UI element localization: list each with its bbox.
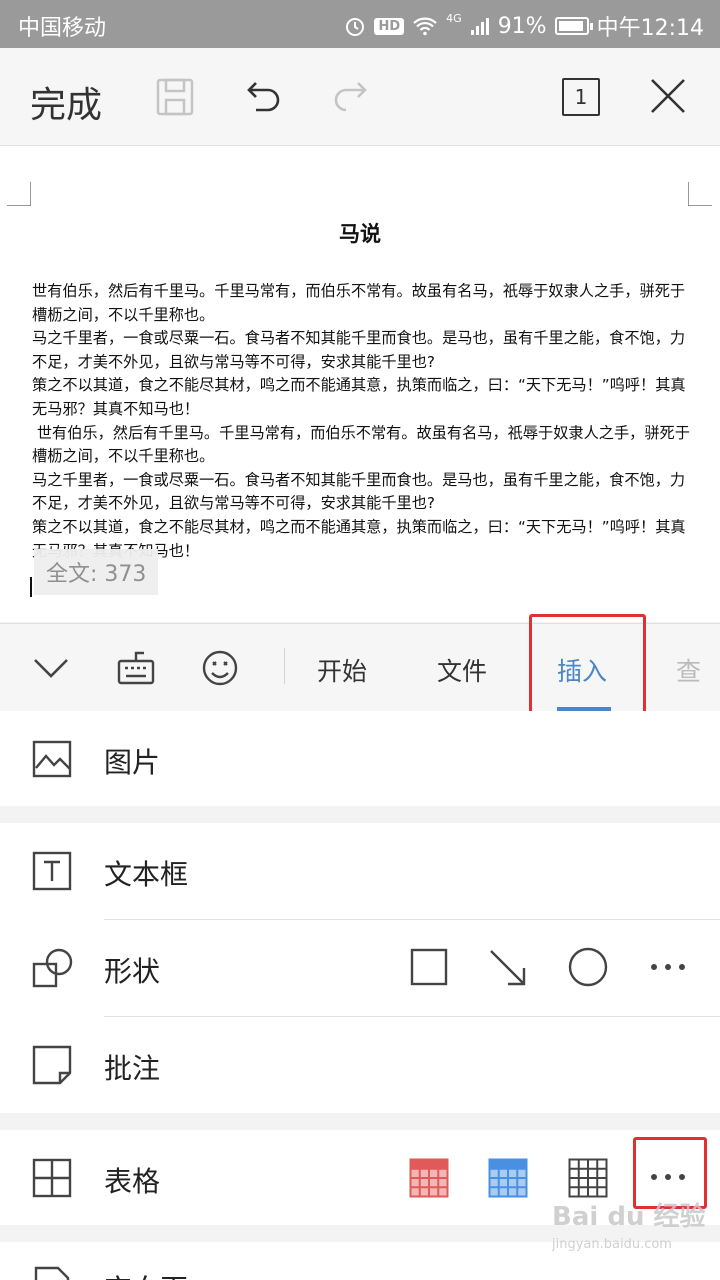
document-title: 马说 — [339, 222, 381, 246]
status-bar: 中国移动 HD 4G 91% 中午12:14 — [0, 0, 720, 48]
alarm-icon — [346, 18, 365, 36]
textbox-icon — [32, 851, 72, 891]
blank-page-label: 空白页 — [104, 1268, 188, 1280]
circle-shape-icon[interactable] — [568, 947, 608, 987]
insert-picture-row[interactable]: 图片 — [0, 711, 720, 806]
wifi-icon — [413, 17, 437, 36]
paragraph: 世有伯乐，然后有千里马。千里马常有，而伯乐不常有。故虽有名马，祇辱于奴隶人之手，… — [32, 282, 686, 324]
redo-icon[interactable] — [332, 78, 370, 116]
page-count: 1 — [574, 85, 588, 109]
hd-badge: HD — [374, 17, 405, 35]
document-body: 世有伯乐，然后有千里马。千里马常有，而伯乐不常有。故虽有名马，祇辱于奴隶人之手，… — [32, 280, 692, 563]
textbox-label: 文本框 — [104, 858, 189, 891]
insert-shape-row[interactable]: 形状 — [0, 920, 720, 1016]
more-shapes-icon[interactable] — [648, 960, 688, 974]
insert-textbox-row[interactable]: 文本框 — [0, 823, 720, 919]
close-icon[interactable] — [648, 76, 688, 116]
table-style-red-icon[interactable] — [409, 1158, 449, 1198]
tab-file[interactable]: 文件 — [437, 652, 487, 688]
text-cursor — [30, 577, 32, 597]
clock: 中午12:14 — [596, 16, 704, 41]
done-button[interactable]: 完成 — [30, 76, 102, 128]
arrow-shape-icon[interactable] — [488, 948, 528, 988]
watermark-brand: Bai du 经验 — [552, 1202, 706, 1232]
signal-icon — [470, 18, 489, 35]
page-count-button[interactable]: 1 — [562, 78, 600, 116]
table-style-blue-icon[interactable] — [488, 1158, 528, 1198]
document-page[interactable]: 马说 世有伯乐，然后有千里马。千里马常有，而伯乐不常有。故虽有名马，祇辱于奴隶人… — [0, 146, 720, 622]
battery-icon — [554, 17, 593, 35]
tab-start[interactable]: 开始 — [317, 652, 367, 688]
tab-separator — [284, 648, 285, 684]
editor-toolbar: 完成 1 — [0, 48, 720, 146]
battery-percent: 91% — [497, 13, 547, 39]
emoji-icon[interactable] — [200, 648, 240, 688]
keyboard-icon[interactable] — [116, 648, 156, 688]
collapse-chevron-icon[interactable] — [32, 652, 70, 682]
save-icon[interactable] — [156, 78, 194, 116]
carrier-name: 中国移动 — [18, 16, 107, 41]
page-corner-mark — [7, 182, 31, 206]
insert-group: 文本框 形状 批注 — [0, 823, 720, 1113]
paragraph: 策之不以其道，食之不能尽其材，鸣之而不能通其意，执策而临之，曰：“天下无马！”呜… — [32, 376, 686, 418]
rectangle-shape-icon[interactable] — [410, 948, 448, 986]
undo-icon[interactable] — [244, 78, 282, 116]
blank-page-icon — [34, 1266, 70, 1280]
word-count-badge: 全文: 373 — [34, 549, 159, 595]
page-corner-mark — [688, 182, 712, 206]
watermark-url: jingyan.baidu.com — [552, 1237, 672, 1252]
tab-next-partial[interactable]: 查 — [676, 652, 701, 688]
comment-icon — [32, 1045, 72, 1085]
table-icon — [32, 1158, 72, 1198]
shape-label: 形状 — [104, 955, 161, 988]
table-style-plain-icon[interactable] — [568, 1158, 608, 1198]
paragraph: 马之千里者，一食或尽粟一石。食马者不知其能千里而食也。是马也，虽有千里之能，食不… — [32, 470, 686, 513]
shape-icon — [32, 948, 73, 988]
paragraph: 马之千里者，一食或尽粟一石。食马者不知其能千里而食也。是马也，虽有千里之能，食不… — [32, 329, 686, 371]
network-type: 4G — [446, 11, 462, 25]
table-label: 表格 — [104, 1165, 161, 1198]
baidu-jingyan-watermark: Bai du 经验 jingyan.baidu.com — [552, 1196, 712, 1280]
comment-label: 批注 — [104, 1052, 161, 1085]
paragraph: 世有伯乐，然后有千里马。千里马常有，而伯乐不常有。故虽有名马，祇辱于奴隶人之手，… — [32, 423, 690, 466]
picture-label: 图片 — [104, 746, 161, 779]
picture-icon — [32, 740, 72, 778]
insert-comment-row[interactable]: 批注 — [0, 1017, 720, 1113]
